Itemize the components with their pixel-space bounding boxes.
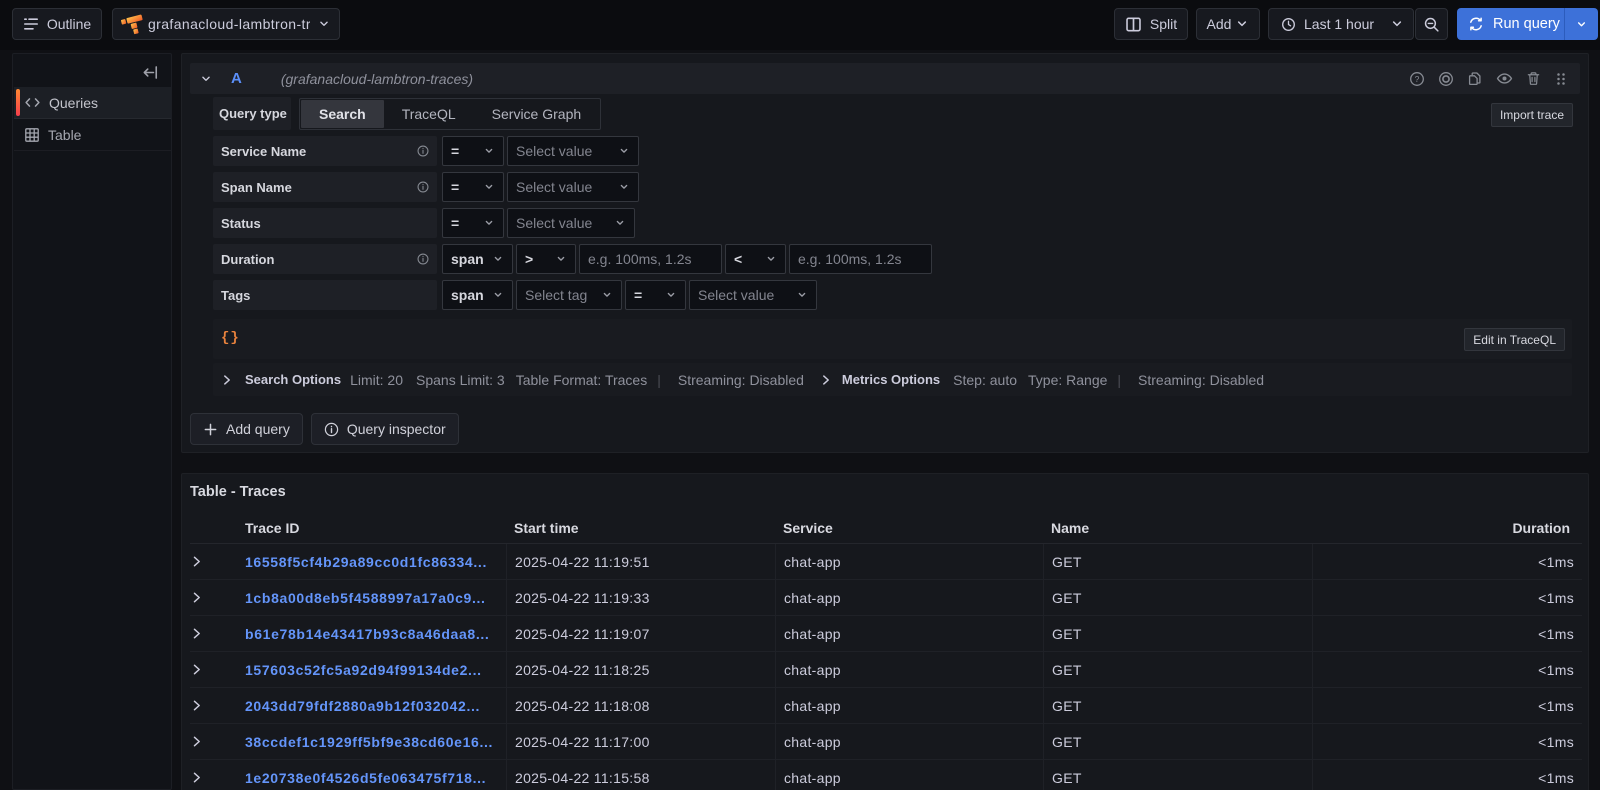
svg-text:?: ? xyxy=(1415,74,1420,84)
